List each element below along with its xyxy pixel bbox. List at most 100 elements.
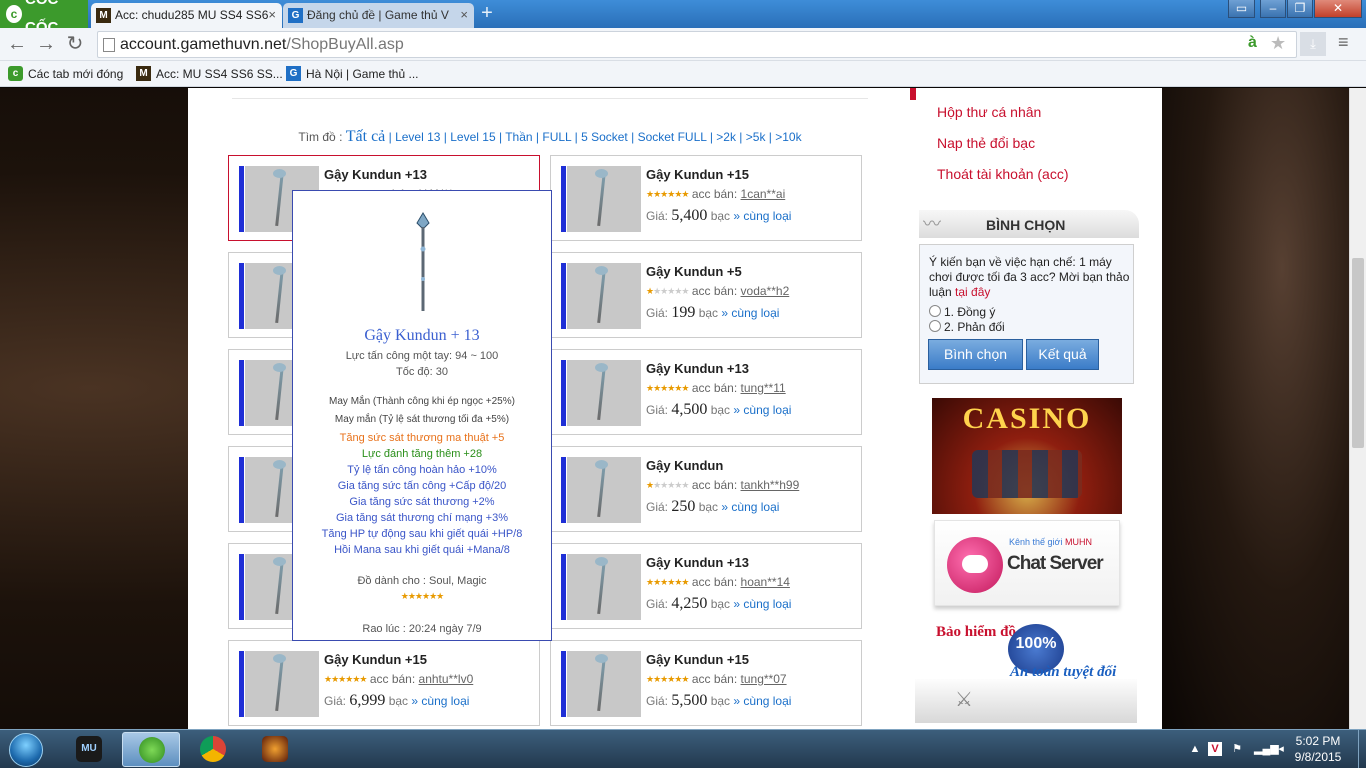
seller-name[interactable]: tung**07 — [741, 672, 787, 686]
taskbar-mu-game[interactable]: MU — [60, 732, 118, 767]
product-card[interactable]: Gậy Kundun +15 ★★★★★★ acc bán: tung**07 Gi… — [550, 640, 862, 726]
seller-name[interactable]: tankh**h99 — [741, 478, 800, 492]
action-center-icon[interactable]: ⚑ — [1230, 742, 1244, 756]
same-type-link[interactable]: » cùng loại — [733, 694, 791, 708]
same-type-link[interactable]: » cùng loại — [733, 597, 791, 611]
same-type-link[interactable]: » cùng loại — [721, 306, 779, 320]
staff-thumbnail-image[interactable] — [245, 651, 319, 717]
filter-link[interactable]: 5 Socket — [581, 130, 628, 144]
price-prefix: Giá: — [646, 500, 669, 514]
taskbar-coccoc[interactable] — [122, 732, 180, 767]
coccoc-downloads-icon[interactable]: ▭ — [1228, 0, 1255, 18]
sidebar-link-inbox[interactable]: Hộp thư cá nhân — [937, 104, 1041, 120]
taskbar-game-launcher[interactable] — [246, 732, 304, 767]
show-desktop-button[interactable] — [1358, 730, 1366, 768]
product-card[interactable]: Gậy Kundun +5 ★★★★★★ acc bán: voda**h2 Giá… — [550, 252, 862, 338]
staff-thumbnail-image[interactable] — [567, 263, 641, 329]
filter-link[interactable]: >2k — [716, 130, 736, 144]
product-name[interactable]: Gậy Kundun — [646, 458, 723, 473]
filter-link[interactable]: Socket FULL — [638, 130, 707, 144]
show-hidden-icons-icon[interactable]: ▲ — [1188, 742, 1202, 756]
same-type-link[interactable]: » cùng loại — [733, 403, 791, 417]
page-scrollbar[interactable] — [1349, 88, 1366, 729]
product-meta: ★★★★★★ acc bán: anhtu**lv0 — [324, 672, 473, 686]
staff-thumbnail-image[interactable] — [567, 457, 641, 523]
product-card[interactable]: Gậy Kundun +13 ★★★★★★ acc bán: hoan**14 Gi… — [550, 543, 862, 629]
taskbar-clock[interactable]: 5:02 PM 9/8/2015 — [1278, 733, 1358, 765]
seller-name[interactable]: tung**11 — [741, 381, 786, 395]
card-accent-bar — [239, 360, 244, 426]
filter-link[interactable]: FULL — [542, 130, 571, 144]
close-tab-icon[interactable]: × — [268, 3, 276, 27]
casino-banner[interactable]: CASINO — [932, 398, 1122, 514]
product-card[interactable]: Gậy Kundun +15 ★★★★★★ acc bán: anhtu**lv0… — [228, 640, 540, 726]
address-bar[interactable]: account.gamethuvn.net/ShopBuyAll.asp à ★ — [97, 31, 1297, 58]
product-name[interactable]: Gậy Kundun +13 — [324, 167, 427, 182]
maximize-button[interactable]: ❐ — [1287, 0, 1313, 18]
product-name[interactable]: Gậy Kundun +13 — [646, 361, 749, 376]
bookmark-ha-noi[interactable]: G Hà Nội | Game thủ ... — [286, 65, 419, 83]
scrollbar-thumb[interactable] — [1352, 258, 1364, 448]
bookmark-acc-mu[interactable]: M Acc: MU SS4 SS6 SS... — [136, 65, 283, 83]
close-window-button[interactable]: ✕ — [1314, 0, 1362, 18]
new-tab-plus-icon[interactable]: + — [478, 3, 496, 23]
sidebar-link-topup[interactable]: Nap thẻ đổi bạc — [937, 135, 1035, 151]
staff-thumbnail-image[interactable] — [567, 554, 641, 620]
card-accent-bar — [561, 166, 566, 232]
filter-link[interactable]: Level 13 — [395, 130, 440, 144]
menu-icon[interactable]: ≡ — [1338, 32, 1349, 53]
coccoc-menu-button[interactable]: c CỐC CỐC — [0, 0, 88, 36]
back-arrow-icon[interactable]: ← — [6, 34, 28, 56]
product-card[interactable]: Gậy Kundun +13 ★★★★★★ acc bán: tung**11 Gi… — [550, 349, 862, 435]
poll-option-disagree-radio[interactable] — [929, 320, 941, 332]
vietkey-icon[interactable]: V — [1208, 742, 1222, 756]
staff-thumbnail-image[interactable] — [567, 166, 641, 232]
same-type-link[interactable]: » cùng loại — [733, 209, 791, 223]
vote-button[interactable]: Bình chọn — [928, 339, 1023, 370]
tab-acc-chudu285[interactable]: M Acc: chudu285 MU SS4 SS6 × — [91, 3, 282, 28]
currency-label: bạc — [710, 209, 731, 223]
seller-name[interactable]: hoan**14 — [741, 575, 790, 589]
filter-separator: | — [385, 130, 396, 144]
same-type-link[interactable]: » cùng loại — [411, 694, 469, 708]
product-name[interactable]: Gậy Kundun +13 — [646, 555, 749, 570]
reload-icon[interactable]: ↻ — [64, 34, 86, 56]
seller-name[interactable]: anhtu**lv0 — [419, 672, 474, 686]
price-value: 6,999 — [349, 692, 386, 709]
results-button[interactable]: Kết quả — [1026, 339, 1099, 370]
sidebar-link-logout[interactable]: Thoát tài khoản (acc) — [937, 166, 1069, 182]
poll-discuss-link[interactable]: tại đây — [955, 285, 990, 299]
staff-thumbnail-image[interactable] — [567, 360, 641, 426]
poll-option-agree-radio[interactable] — [929, 305, 941, 317]
product-card[interactable]: Gậy Kundun +15 ★★★★★★ acc bán: 1can**ai Gi… — [550, 155, 862, 241]
product-name[interactable]: Gậy Kundun +15 — [646, 167, 749, 182]
staff-thumbnail-image[interactable] — [567, 651, 641, 717]
same-type-link[interactable]: » cùng loại — [721, 500, 779, 514]
product-name[interactable]: Gậy Kundun +15 — [646, 652, 749, 667]
minimize-button[interactable]: – — [1260, 0, 1286, 18]
filter-link[interactable]: Level 15 — [450, 130, 495, 144]
tab-dang-chu-de[interactable]: G Đăng chủ đề | Game thủ V × — [283, 3, 474, 28]
product-card[interactable]: Gậy Kundun ★★★★★★ acc bán: tankh**h99 Giá:… — [550, 446, 862, 532]
download-icon[interactable]: ⤓ — [1300, 32, 1326, 56]
forward-arrow-icon[interactable]: → — [35, 34, 57, 56]
seller-name[interactable]: 1can**ai — [741, 187, 786, 201]
seller-name[interactable]: voda**h2 — [741, 284, 790, 298]
start-button[interactable] — [4, 731, 52, 768]
product-name[interactable]: Gậy Kundun +5 — [646, 264, 742, 279]
url-text[interactable]: account.gamethuvn.net/ShopBuyAll.asp — [120, 36, 404, 54]
filter-all-link[interactable]: Tất cả — [346, 128, 386, 145]
close-tab-icon[interactable]: × — [460, 3, 468, 27]
chat-server-banner[interactable]: Kênh thế giới MUHN Chat Server — [934, 520, 1120, 606]
product-name[interactable]: Gậy Kundun +15 — [324, 652, 427, 667]
insurance-banner[interactable]: Bảo hiểm đồ 100% An toàn tuyệt đối — [932, 618, 1132, 688]
filter-link[interactable]: Thần — [505, 130, 532, 144]
bookmark-star-icon[interactable]: ★ — [1270, 33, 1286, 54]
currency-label: bạc — [698, 500, 719, 514]
filter-link[interactable]: >5k — [746, 130, 766, 144]
filter-link[interactable]: >10k — [775, 130, 801, 144]
vietnamese-typing-icon[interactable]: à — [1248, 34, 1257, 52]
taskbar-chrome[interactable] — [184, 732, 242, 767]
bookmark-recent-tabs[interactable]: c Các tab mới đóng — [8, 65, 123, 83]
network-signal-icon[interactable]: ▂▄▆ — [1254, 742, 1279, 756]
